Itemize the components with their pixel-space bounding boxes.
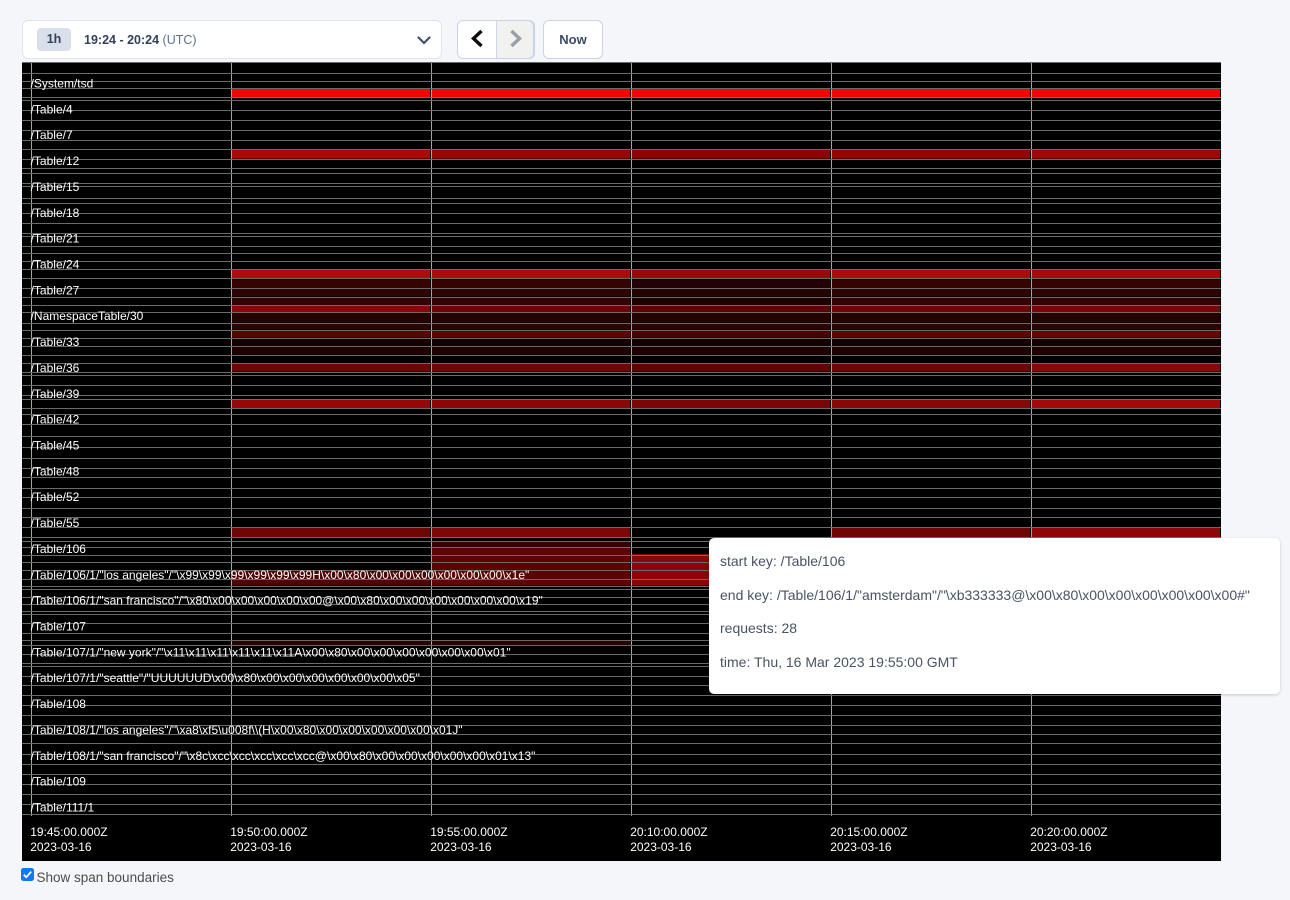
svg-text:/Table/55: /Table/55 bbox=[31, 516, 80, 530]
svg-text:/Table/107/1/"seattle"/"UUUUUU: /Table/107/1/"seattle"/"UUUUUUD\x00\x80\… bbox=[31, 671, 420, 685]
svg-text:/Table/27: /Table/27 bbox=[31, 283, 80, 297]
svg-text:/NamespaceTable/30: /NamespaceTable/30 bbox=[31, 309, 144, 323]
svg-text:/Table/107: /Table/107 bbox=[31, 620, 87, 634]
svg-text:2023-03-16: 2023-03-16 bbox=[430, 840, 492, 854]
svg-text:/Table/52: /Table/52 bbox=[31, 490, 80, 504]
svg-text:/Table/106: /Table/106 bbox=[31, 542, 87, 556]
svg-text:2023-03-16: 2023-03-16 bbox=[30, 840, 92, 854]
svg-text:20:15:00.000Z: 20:15:00.000Z bbox=[830, 825, 907, 839]
svg-text:19:50:00.000Z: 19:50:00.000Z bbox=[230, 825, 307, 839]
svg-text:/Table/42: /Table/42 bbox=[31, 413, 80, 427]
svg-text:/Table/106/1/"los angeles"/"\x: /Table/106/1/"los angeles"/"\x99\x99\x99… bbox=[31, 568, 530, 582]
svg-text:/Table/107/1/"new york"/"\x11\: /Table/107/1/"new york"/"\x11\x11\x11\x1… bbox=[31, 645, 511, 659]
svg-text:/Table/108/1/"san francisco"/": /Table/108/1/"san francisco"/"\x8c\xcc\x… bbox=[31, 749, 536, 763]
svg-text:/Table/15: /Table/15 bbox=[31, 180, 80, 194]
svg-text:/Table/48: /Table/48 bbox=[31, 464, 80, 478]
svg-text:/Table/106/1/"san francisco"/": /Table/106/1/"san francisco"/"\x80\x00\x… bbox=[31, 594, 543, 608]
svg-text:20:10:00.000Z: 20:10:00.000Z bbox=[630, 825, 707, 839]
svg-text:/Table/18: /Table/18 bbox=[31, 206, 80, 220]
svg-text:/Table/108/1/"los angeles"/"\x: /Table/108/1/"los angeles"/"\xa8\xf5\u00… bbox=[31, 723, 463, 737]
svg-text:2023-03-16: 2023-03-16 bbox=[830, 840, 892, 854]
svg-text:2023-03-16: 2023-03-16 bbox=[630, 840, 692, 854]
svg-text:/System/tsd: /System/tsd bbox=[31, 77, 94, 91]
svg-text:/Table/24: /Table/24 bbox=[31, 258, 80, 272]
svg-text:/Table/111/1: /Table/111/1 bbox=[31, 801, 95, 815]
svg-text:2023-03-16: 2023-03-16 bbox=[1030, 840, 1092, 854]
svg-text:/Table/7: /Table/7 bbox=[31, 128, 73, 142]
svg-text:/Table/4: /Table/4 bbox=[31, 102, 73, 116]
svg-text:/Table/108: /Table/108 bbox=[31, 697, 87, 711]
svg-text:/Table/21: /Table/21 bbox=[31, 232, 80, 246]
svg-text:19:45:00.000Z: 19:45:00.000Z bbox=[30, 825, 107, 839]
svg-text:20:20:00.000Z: 20:20:00.000Z bbox=[1030, 825, 1107, 839]
svg-text:/Table/12: /Table/12 bbox=[31, 154, 80, 168]
svg-text:/Table/109: /Table/109 bbox=[31, 775, 87, 789]
svg-text:2023-03-16: 2023-03-16 bbox=[230, 840, 292, 854]
svg-text:/Table/33: /Table/33 bbox=[31, 335, 80, 349]
svg-text:/Table/39: /Table/39 bbox=[31, 387, 80, 401]
svg-text:/Table/45: /Table/45 bbox=[31, 439, 80, 453]
svg-text:19:55:00.000Z: 19:55:00.000Z bbox=[430, 825, 507, 839]
svg-text:/Table/36: /Table/36 bbox=[31, 361, 80, 375]
